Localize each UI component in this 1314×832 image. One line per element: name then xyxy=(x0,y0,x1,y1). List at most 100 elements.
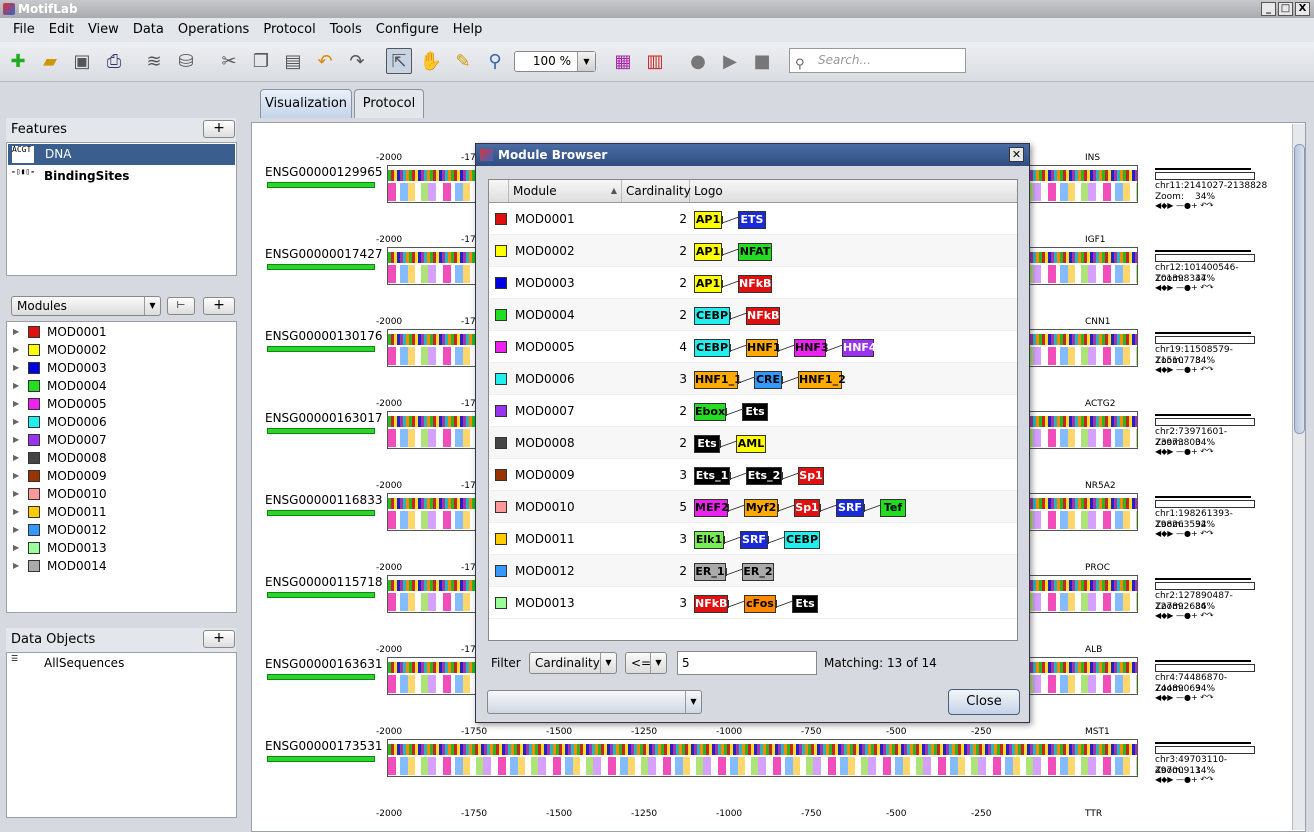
filter-field-select[interactable]: Cardinality ▼ xyxy=(529,652,617,674)
action-select[interactable]: ▼ xyxy=(487,690,702,714)
data-object-allsequences[interactable]: ☰ AllSequences xyxy=(7,653,236,674)
expand-icon[interactable]: ▶ xyxy=(13,521,19,539)
expand-icon[interactable]: ▶ xyxy=(13,557,19,575)
open-folder-icon[interactable]: ▰ xyxy=(37,48,63,74)
expand-icon[interactable]: ▶ xyxy=(13,359,19,377)
module-list-item[interactable]: ▶ MOD0007 xyxy=(7,431,236,449)
stop-icon[interactable]: ■ xyxy=(749,48,775,74)
select-tool-icon[interactable]: ⇱ xyxy=(386,48,412,74)
tree-view-button[interactable]: ⊢ xyxy=(167,297,195,315)
print-icon[interactable]: ⎙ xyxy=(101,48,127,74)
modules-combo[interactable]: Modules ▼ xyxy=(11,296,161,316)
module-column-header[interactable]: Module ▲ xyxy=(509,180,622,202)
viewport-box[interactable] xyxy=(1155,172,1255,180)
maximize-button[interactable]: □ xyxy=(1278,2,1293,16)
sequence-name[interactable]: ENSG00000163631 xyxy=(265,657,382,671)
sequence-name[interactable]: ENSG00000173531 xyxy=(265,739,382,753)
menu-configure[interactable]: Configure xyxy=(369,18,446,42)
navigation-icons[interactable]: ◀◆▶ —●+ ↶↷ xyxy=(1155,282,1214,293)
viewport-box[interactable] xyxy=(1155,336,1255,344)
sequence-name[interactable]: ENSG00000115718 xyxy=(265,575,382,589)
feature-dna[interactable]: ACGT DNA xyxy=(8,144,235,165)
table-row[interactable]: MOD0010 5 MEF2 Myf2 Sp1 SRF Tef xyxy=(489,491,1017,523)
zoom-select[interactable]: 100 % ▼ xyxy=(514,51,596,72)
viewport-box[interactable] xyxy=(1155,582,1255,590)
expand-icon[interactable]: ▶ xyxy=(13,467,19,485)
navigation-icons[interactable]: ◀◆▶ —●+ ↶↷ xyxy=(1155,200,1214,211)
close-button[interactable]: Close xyxy=(948,689,1020,715)
module-list-item[interactable]: ▶ MOD0014 xyxy=(7,557,236,575)
scrollbar-thumb[interactable] xyxy=(1294,144,1305,434)
module-list-item[interactable]: ▶ MOD0001 xyxy=(7,323,236,341)
navigation-icons[interactable]: ◀◆▶ —●+ ↶↷ xyxy=(1155,610,1214,621)
expand-icon[interactable]: ▶ xyxy=(13,539,19,557)
expand-icon[interactable]: ▶ xyxy=(13,503,19,521)
save-icon[interactable]: ▣ xyxy=(69,48,95,74)
menu-data[interactable]: Data xyxy=(126,18,171,42)
filter-operator-select[interactable]: <= ▼ xyxy=(625,652,667,674)
logo-column-header[interactable]: Logo xyxy=(690,180,1017,202)
undo-icon[interactable]: ↶ xyxy=(312,48,338,74)
module-list-item[interactable]: ▶ MOD0010 xyxy=(7,485,236,503)
filter-value-input[interactable]: 5 xyxy=(677,651,817,675)
table-row[interactable]: MOD0005 4 CEBP HNF1 HNF3 HNF4 xyxy=(489,331,1017,363)
sequence-track[interactable] xyxy=(387,739,1138,777)
expand-icon[interactable]: ▶ xyxy=(13,413,19,431)
sequence-name[interactable]: ENSG00000017427 xyxy=(265,247,382,261)
expand-icon[interactable]: ▶ xyxy=(13,485,19,503)
color-column-header[interactable] xyxy=(489,180,509,202)
module-list-item[interactable]: ▶ MOD0004 xyxy=(7,377,236,395)
zoom-tool-icon[interactable]: ⚲ xyxy=(482,48,508,74)
navigation-icons[interactable]: ◀◆▶ —●+ ↶↷ xyxy=(1155,528,1214,539)
table-row[interactable]: MOD0009 3 Ets_1 Ets_2 Sp1 xyxy=(489,459,1017,491)
search-input[interactable]: ⚲ Search... xyxy=(789,48,966,73)
expand-icon[interactable]: ▶ xyxy=(13,449,19,467)
color-settings-icon[interactable]: ▦ xyxy=(610,48,636,74)
module-list-item[interactable]: ▶ MOD0002 xyxy=(7,341,236,359)
viewport-box[interactable] xyxy=(1155,746,1255,754)
expand-icon[interactable]: ▶ xyxy=(13,395,19,413)
add-feature-button[interactable]: + xyxy=(203,120,235,138)
viewport-box[interactable] xyxy=(1155,664,1255,672)
module-list-item[interactable]: ▶ MOD0005 xyxy=(7,395,236,413)
table-row[interactable]: MOD0013 3 NFkB cFos Ets xyxy=(489,587,1017,619)
close-window-button[interactable]: X xyxy=(1295,2,1310,16)
menu-file[interactable]: File xyxy=(6,18,42,42)
vertical-scrollbar[interactable] xyxy=(1292,124,1305,830)
sequence-name[interactable]: ENSG00000116833 xyxy=(265,493,382,507)
sequence-name[interactable]: ENSG00000163017 xyxy=(265,411,382,425)
module-list-item[interactable]: ▶ MOD0008 xyxy=(7,449,236,467)
module-list-item[interactable]: ▶ MOD0011 xyxy=(7,503,236,521)
add-module-button[interactable]: + xyxy=(203,297,235,315)
add-data-object-button[interactable]: + xyxy=(203,630,235,648)
expand-icon[interactable]: ▶ xyxy=(13,377,19,395)
dialog-close-icon[interactable]: ✕ xyxy=(1009,147,1024,162)
expand-icon[interactable]: ▶ xyxy=(13,341,19,359)
sequence-icon[interactable]: ≋ xyxy=(141,48,167,74)
viewport-box[interactable] xyxy=(1155,418,1255,426)
menu-edit[interactable]: Edit xyxy=(42,18,81,42)
table-row[interactable]: MOD0007 2 Ebox Ets xyxy=(489,395,1017,427)
table-row[interactable]: MOD0008 2 Ets AML xyxy=(489,427,1017,459)
tab-protocol[interactable]: Protocol xyxy=(354,89,424,118)
navigation-icons[interactable]: ◀◆▶ —●+ ↶↷ xyxy=(1155,774,1214,785)
expand-icon[interactable]: ▶ xyxy=(13,323,19,341)
table-row[interactable]: MOD0003 2 AP1 NFkB xyxy=(489,267,1017,299)
new-icon[interactable]: ✚ xyxy=(5,48,31,74)
record-icon[interactable]: ● xyxy=(685,48,711,74)
viewport-box[interactable] xyxy=(1155,500,1255,508)
module-list-item[interactable]: ▶ MOD0006 xyxy=(7,413,236,431)
menu-operations[interactable]: Operations xyxy=(171,18,256,42)
database-icon[interactable]: ⛁ xyxy=(173,48,199,74)
table-row[interactable]: MOD0001 2 AP1 ETS xyxy=(489,203,1017,235)
module-list-item[interactable]: ▶ MOD0012 xyxy=(7,521,236,539)
table-row[interactable]: MOD0004 2 CEBP NFkB xyxy=(489,299,1017,331)
expand-icon[interactable]: ▶ xyxy=(13,431,19,449)
navigation-icons[interactable]: ◀◆▶ —●+ ↶↷ xyxy=(1155,692,1214,703)
module-list-item[interactable]: ▶ MOD0013 xyxy=(7,539,236,557)
table-row[interactable]: MOD0006 3 HNF1_1 CRE HNF1_2 xyxy=(489,363,1017,395)
feature-bindingsites[interactable]: -▯▮▯- BindingSites xyxy=(7,166,236,187)
table-row[interactable]: MOD0012 2 ER_1 ER_2 xyxy=(489,555,1017,587)
menu-view[interactable]: View xyxy=(81,18,126,42)
table-row[interactable]: MOD0002 2 AP1 NFAT xyxy=(489,235,1017,267)
